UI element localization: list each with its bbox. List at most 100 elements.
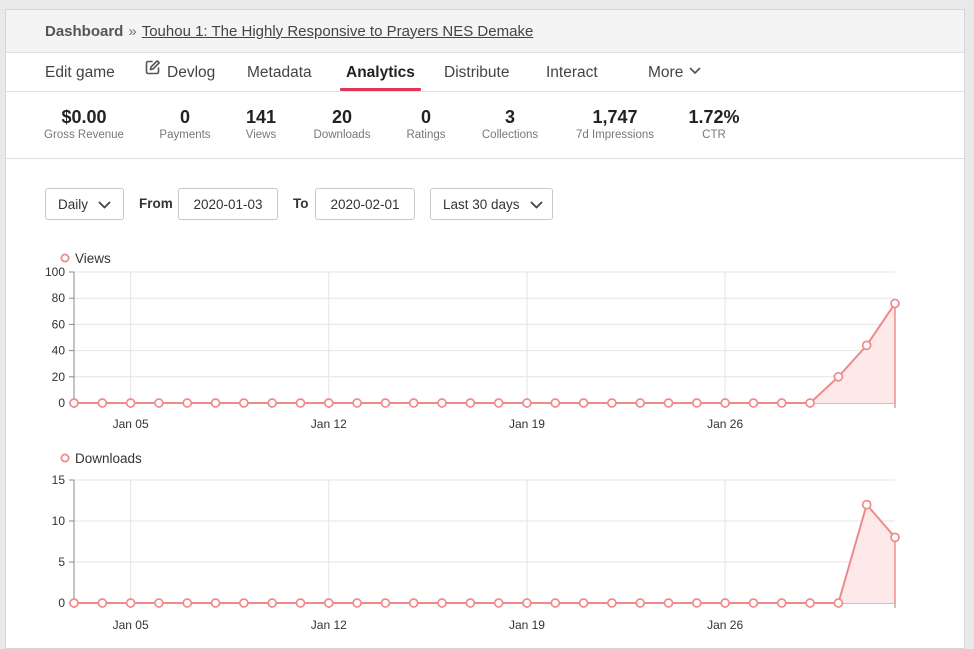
data-point (720, 398, 730, 408)
stat-payments: 0 Payments (159, 107, 210, 141)
data-point (776, 398, 787, 408)
tab-analytics[interactable]: Analytics (340, 53, 421, 91)
data-point (154, 598, 164, 608)
stat-label: Downloads (313, 129, 371, 141)
data-point (663, 598, 674, 608)
from-date-value: 2020-01-03 (193, 196, 263, 212)
data-point (182, 598, 193, 608)
data-point (748, 598, 759, 608)
legend-marker (60, 253, 70, 263)
data-point (861, 499, 872, 510)
y-tick-label: 20 (52, 370, 66, 384)
data-point (295, 398, 306, 408)
tab-distribute[interactable]: Distribute (444, 53, 509, 91)
stat-value: 1,747 (592, 107, 638, 127)
data-point (720, 598, 730, 608)
stat-views: 141 Views (246, 107, 276, 141)
stat-label: Collections (481, 129, 539, 141)
tab-interact[interactable]: Interact (546, 53, 598, 91)
y-tick-label: 0 (58, 596, 65, 610)
data-point (182, 398, 193, 408)
to-date-input[interactable]: 2020-02-01 (315, 188, 415, 220)
data-point (607, 598, 617, 608)
tab-more[interactable]: More (648, 53, 701, 91)
tab-label: Analytics (346, 64, 415, 81)
data-point (691, 398, 702, 408)
data-point (352, 398, 362, 408)
x-tick-label: Jan 12 (311, 618, 347, 632)
data-point (239, 398, 249, 408)
data-point (522, 598, 532, 608)
stat-value: 0 (179, 107, 191, 127)
x-tick-label: Jan 26 (707, 618, 743, 632)
stat-ratings: 0 Ratings (407, 107, 446, 141)
stat-label: CTR (702, 129, 726, 141)
data-point (805, 398, 815, 408)
stat-gross-revenue: $0.00 Gross Revenue (44, 107, 124, 141)
data-point (522, 398, 532, 408)
from-date-input[interactable]: 2020-01-03 (178, 188, 278, 220)
breadcrumb-separator: » (128, 22, 137, 40)
edit-icon (145, 51, 161, 91)
chevron-down-icon (530, 197, 543, 212)
stat-label: Ratings (406, 129, 446, 141)
data-point (239, 598, 249, 608)
data-point (210, 398, 221, 408)
data-point (890, 532, 900, 543)
y-tick-label: 0 (58, 396, 65, 410)
data-point (323, 598, 334, 608)
to-date-value: 2020-02-01 (330, 196, 400, 212)
data-point (550, 398, 561, 408)
y-tick-label: 80 (52, 291, 66, 305)
tab-devlog[interactable]: Devlog (145, 53, 215, 91)
x-tick-label: Jan 26 (707, 417, 743, 431)
stat-value: $0.00 (61, 107, 107, 127)
chevron-down-icon (689, 51, 701, 91)
data-point (323, 398, 334, 408)
series-area (74, 504, 895, 603)
interval-value: Daily (58, 196, 89, 212)
data-point (437, 398, 447, 408)
x-tick-label: Jan 12 (311, 417, 347, 431)
range-select[interactable]: Last 30 days (430, 188, 553, 220)
stat-value: 1.72% (688, 107, 740, 127)
stat-impressions: 1,747 7d Impressions (576, 107, 654, 141)
data-point (380, 398, 391, 408)
data-point (861, 340, 872, 351)
data-point (352, 598, 362, 608)
stat-downloads: 20 Downloads (314, 107, 371, 141)
data-point (465, 398, 476, 408)
tab-edit-game[interactable]: Edit game (45, 53, 115, 91)
data-point (578, 398, 589, 408)
data-point (493, 598, 504, 608)
chevron-down-icon (98, 197, 111, 212)
data-point (97, 598, 108, 608)
y-tick-label: 5 (58, 555, 65, 569)
stat-label: 7d Impressions (576, 129, 654, 141)
data-point (154, 398, 164, 408)
data-point (380, 598, 391, 608)
tab-label: Edit game (45, 64, 115, 81)
y-tick-label: 60 (52, 317, 66, 331)
interval-select[interactable]: Daily (45, 188, 124, 220)
x-tick-label: Jan 05 (113, 417, 149, 431)
stat-label: Views (245, 129, 277, 141)
stat-collections: 3 Collections (482, 107, 538, 141)
stat-label: Payments (159, 129, 211, 141)
data-point (890, 298, 900, 309)
tab-label: Distribute (444, 64, 510, 81)
data-point (69, 398, 79, 408)
x-tick-label: Jan 19 (509, 618, 545, 632)
views-chart: Views 0 20 40 60 80 100 Jan 05 Jan 12 Jan 19 Jan 2… (45, 251, 900, 431)
breadcrumb-dashboard-link[interactable]: Dashboard (45, 23, 123, 40)
data-point (635, 398, 646, 408)
series-line (74, 502, 896, 604)
tab-label: More (648, 64, 684, 81)
y-tick-label: 40 (52, 344, 66, 358)
data-point (663, 398, 674, 408)
x-tick-label: Jan 05 (113, 618, 149, 632)
breadcrumb-game-link[interactable]: Touhou 1: The Highly Responsive to Praye… (142, 23, 534, 40)
series-line (74, 302, 896, 404)
tab-metadata[interactable]: Metadata (247, 53, 312, 91)
data-point (578, 598, 589, 608)
